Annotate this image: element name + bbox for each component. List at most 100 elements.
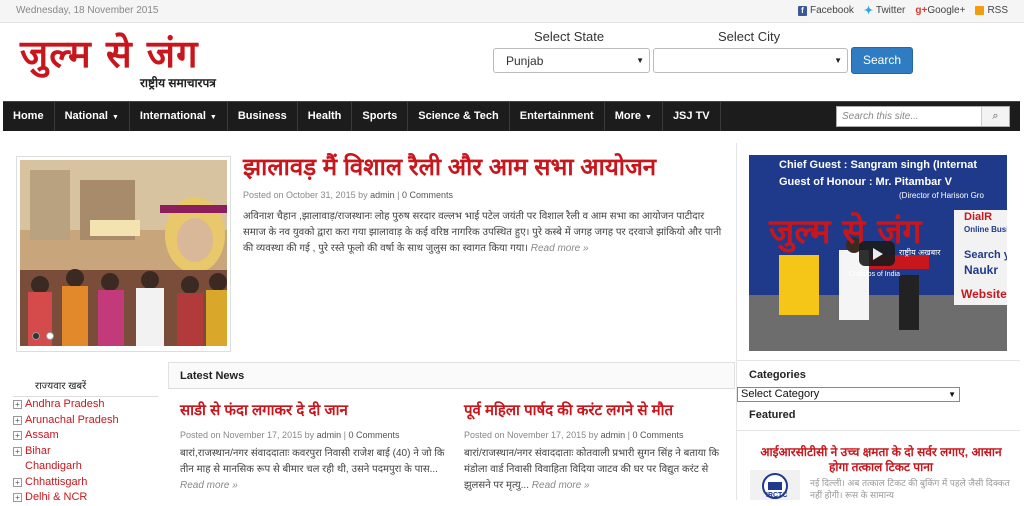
post-posted-on: Posted on November 17, 2015 by <box>464 430 599 440</box>
location-search-button[interactable]: Search <box>851 47 913 74</box>
read-more-link[interactable]: Read more » <box>180 480 238 491</box>
video-player[interactable]: Chief Guest : Sangram singh (Internat Gu… <box>749 155 1007 351</box>
chevron-down-icon: ▼ <box>636 56 644 65</box>
latest-post: पूर्व महिला पार्षद की करंट लगने से मौत P… <box>464 400 734 494</box>
state-item-chandigarh[interactable]: Chandigarh <box>13 459 163 475</box>
nav-sports[interactable]: Sports <box>352 102 409 131</box>
google-plus-icon: g+ <box>915 4 928 16</box>
expand-icon[interactable]: + <box>13 415 22 425</box>
expand-icon[interactable]: + <box>13 431 22 440</box>
video-side-5: Champs of India <box>849 271 900 278</box>
lead-photo[interactable] <box>20 160 227 346</box>
twitter-link[interactable]: ✦ Twitter <box>864 5 905 16</box>
video-side-2: Search y <box>964 249 1007 261</box>
state-item-assam[interactable]: + Assam <box>13 428 163 444</box>
post-body-text: बारां/राजस्थान/नगर संवाददाताः कोतवाली प्… <box>464 448 720 491</box>
caret-down-icon: ▼ <box>209 114 217 121</box>
nav-health[interactable]: Health <box>298 102 353 131</box>
category-select-value: Select Category <box>741 388 820 400</box>
nav-national[interactable]: National ▼ <box>55 102 130 131</box>
post-author[interactable]: admin <box>601 430 626 440</box>
rss-link[interactable]: RSS <box>975 5 1008 16</box>
latest-news-heading: Latest News <box>168 362 735 389</box>
nav-jsj-tv[interactable]: JSJ TV <box>663 102 721 131</box>
nav-label: Health <box>307 110 342 122</box>
video-caption-2: Guest of Honour : Mr. Pitambar V <box>779 176 952 188</box>
slider-dot[interactable] <box>46 332 54 340</box>
slider-dot-active[interactable] <box>32 332 40 340</box>
lead-slider[interactable] <box>16 156 231 352</box>
post-title[interactable]: साडी से फंदा लगाकर दे दी जान <box>180 400 450 420</box>
caret-down-icon: ▼ <box>645 114 652 121</box>
sidebar-divider <box>737 360 1020 361</box>
expand-icon[interactable]: + <box>13 446 22 456</box>
post-author[interactable]: admin <box>317 430 342 440</box>
city-select[interactable]: ▼ <box>653 48 848 73</box>
lead-excerpt: अविनाश चैहान ,झालावाड़/राजस्थानः लोह पुर… <box>243 209 723 257</box>
post-excerpt: बारां,राजस्थान/नगर संवाददाताः कवरपुरा नि… <box>180 446 450 494</box>
site-logo[interactable]: जुल्म से जंग राष्ट्रीय समाचारपत्र <box>20 34 260 94</box>
nav-home[interactable]: Home <box>3 102 55 131</box>
current-date: Wednesday, 18 November 2015 <box>16 5 159 16</box>
expand-icon[interactable]: + <box>13 477 22 487</box>
expand-icon[interactable]: + <box>13 493 22 502</box>
lead-headline[interactable]: झालावड़ मैं विशाल रैली और आम सभा आयोजन <box>243 150 656 183</box>
read-more-link[interactable]: Read more » <box>532 480 590 491</box>
state-select-value: Punjab <box>506 54 544 68</box>
google-plus-label: Google+ <box>927 5 966 16</box>
nav-international[interactable]: International ▼ <box>130 102 228 131</box>
state-label: Andhra Pradesh <box>25 398 105 410</box>
state-item-bihar[interactable]: + Bihar <box>13 444 163 460</box>
nav-business[interactable]: Business <box>228 102 298 131</box>
play-button-icon[interactable] <box>859 241 895 266</box>
rss-label: RSS <box>987 5 1008 16</box>
facebook-link[interactable]: f Facebook <box>797 5 854 16</box>
main-nav: Home National ▼ International ▼ Business H… <box>3 101 1020 131</box>
logo-subtitle: राष्ट्रीय समाचारपत्र <box>140 76 216 90</box>
lead-body-text: अविनाश चैहान ,झालावाड़/राजस्थानः लोह पुर… <box>243 211 722 254</box>
post-comments[interactable]: 0 Comments <box>633 430 684 440</box>
state-item-delhi-ncr[interactable]: + Delhi & NCR <box>13 490 163 506</box>
twitter-label: Twitter <box>875 5 906 16</box>
state-label: Bihar <box>25 444 51 457</box>
state-label: Assam <box>25 429 59 441</box>
lead-comments[interactable]: 0 Comments <box>402 190 453 200</box>
latest-post: साडी से फंदा लगाकर दे दी जान Posted on N… <box>180 400 450 494</box>
state-item-chhattisgarh[interactable]: + Chhattisgarh <box>13 475 163 491</box>
post-comments[interactable]: 0 Comments <box>349 430 400 440</box>
state-select[interactable]: Punjab ▼ <box>493 48 650 73</box>
nav-entertainment[interactable]: Entertainment <box>510 102 605 131</box>
state-label: Chhattisgarh <box>25 475 88 488</box>
search-icon[interactable]: ⌕ <box>981 107 1009 126</box>
video-side-4: Website <box>961 287 1007 301</box>
site-search-input[interactable]: Search this site... <box>837 107 981 126</box>
state-item-arunachal-pradesh[interactable]: + Arunachal Pradesh <box>13 413 163 429</box>
column-divider <box>736 143 737 500</box>
video-banner-sub: राष्ट्रीय अखबार <box>899 248 941 257</box>
category-select[interactable]: Select Category ▼ <box>737 387 960 402</box>
logo-title: जुल्म से जंग <box>20 31 199 76</box>
nav-science-tech[interactable]: Science & Tech <box>408 102 510 131</box>
featured-excerpt: नई दिल्ली। अब तत्काल टिकट की बुकिंग में … <box>810 478 1010 500</box>
google-plus-link[interactable]: g+ Google+ <box>915 5 965 16</box>
nav-label: JSJ TV <box>672 110 710 122</box>
post-meta: Posted on November 17, 2015 by admin | 0… <box>180 430 450 440</box>
post-meta: Posted on November 17, 2015 by admin | 0… <box>464 430 734 440</box>
rally-photo <box>20 160 227 346</box>
lead-author[interactable]: admin <box>370 190 395 200</box>
nav-more[interactable]: More ▼ <box>605 102 663 131</box>
nav-label: Science & Tech <box>418 110 499 122</box>
read-more-link[interactable]: Read more » <box>531 243 589 254</box>
nav-label: International <box>139 110 206 122</box>
video-side-1b: Online Busi <box>964 225 1007 234</box>
state-item-andhra-pradesh[interactable]: + Andhra Pradesh <box>13 397 163 413</box>
video-side-3: Naukr <box>964 263 999 277</box>
irctc-logo[interactable]: IRCTC <box>750 470 800 500</box>
slider-dots <box>32 332 54 340</box>
nav-label: Entertainment <box>519 110 594 122</box>
post-title[interactable]: पूर्व महिला पार्षद की करंट लगने से मौत <box>464 400 734 420</box>
expand-icon[interactable]: + <box>13 400 22 409</box>
state-news-list: राज्यवार खबरें + Andhra Pradesh + Arunacha… <box>3 372 163 506</box>
top-bar: Wednesday, 18 November 2015 f Facebook ✦ T… <box>0 0 1024 23</box>
facebook-icon: f <box>797 5 807 16</box>
